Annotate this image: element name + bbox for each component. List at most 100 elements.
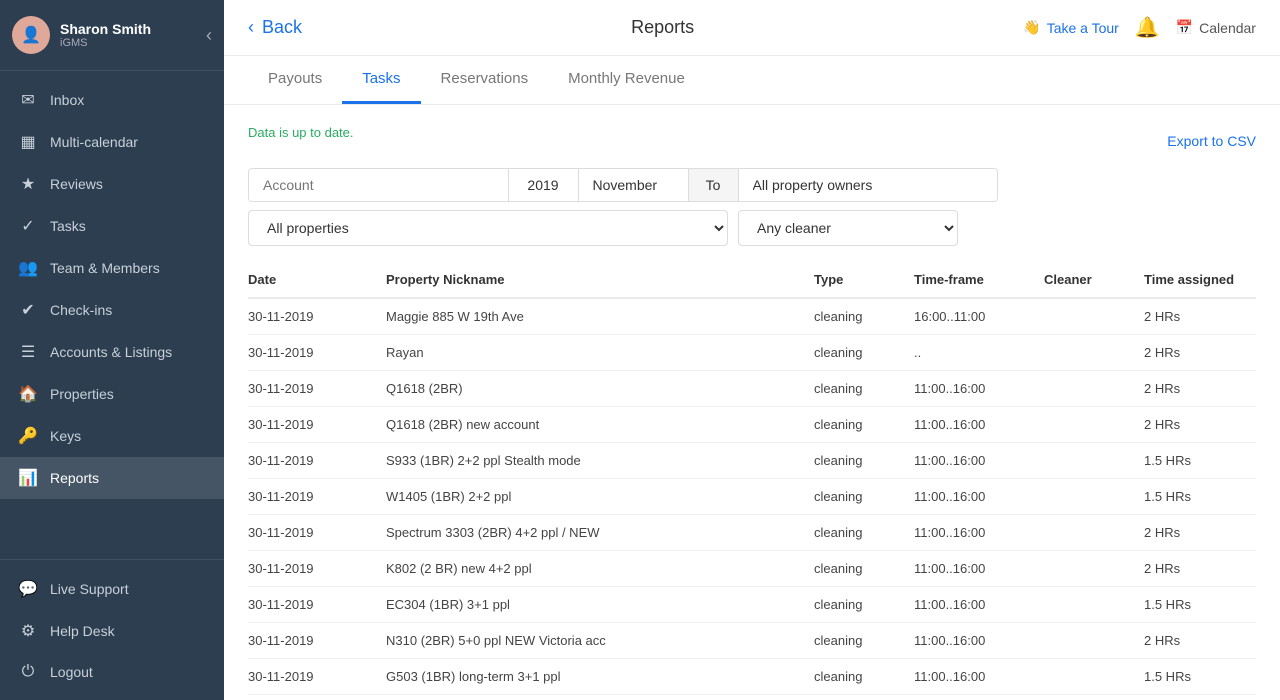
- sidebar-item-check-ins[interactable]: ✔ Check-ins: [0, 289, 224, 331]
- cell-cleaner: [1036, 515, 1136, 551]
- sidebar-nav: ✉ Inbox ▦ Multi-calendar ★ Reviews ✓ Tas…: [0, 71, 224, 559]
- sidebar-item-keys[interactable]: 🔑 Keys: [0, 415, 224, 457]
- user-subtitle: iGMS: [60, 37, 151, 49]
- sidebar-item-label: Reviews: [50, 176, 103, 192]
- key-icon: 🔑: [18, 426, 38, 446]
- cell-timeframe: 11:00..16:00: [906, 479, 1036, 515]
- back-button[interactable]: ‹ Back: [248, 17, 302, 38]
- sidebar-item-multi-calendar[interactable]: ▦ Multi-calendar: [0, 121, 224, 163]
- take-tour-button[interactable]: 👋 Take a Tour: [1023, 19, 1119, 36]
- sidebar-item-label: Multi-calendar: [50, 134, 138, 150]
- sidebar-item-label: Check-ins: [50, 302, 112, 318]
- cell-timeframe: 11:00..16:00: [906, 551, 1036, 587]
- cell-type: cleaning: [806, 659, 906, 695]
- help-icon: ⚙: [18, 621, 38, 641]
- collapse-icon[interactable]: ‹: [206, 25, 212, 46]
- sidebar-item-reviews[interactable]: ★ Reviews: [0, 163, 224, 205]
- cell-property: K802 (2 BR) new 4+2 ppl: [378, 551, 806, 587]
- cell-timeframe: 11:00..16:00: [906, 371, 1036, 407]
- table-row: 30-11-2019 N310 (2BR) 5+0 ppl NEW Victor…: [248, 623, 1256, 659]
- cell-type: cleaning: [806, 298, 906, 335]
- sidebar-item-team-members[interactable]: 👥 Team & Members: [0, 247, 224, 289]
- sidebar-item-inbox[interactable]: ✉ Inbox: [0, 79, 224, 121]
- user-profile[interactable]: 👤 Sharon Smith iGMS: [12, 16, 151, 54]
- table-row: 30-11-2019 Rayan cleaning .. 2 HRs: [248, 335, 1256, 371]
- sidebar: 👤 Sharon Smith iGMS ‹ ✉ Inbox ▦ Multi-ca…: [0, 0, 224, 700]
- year-filter[interactable]: [508, 169, 578, 201]
- sidebar-item-tasks[interactable]: ✓ Tasks: [0, 205, 224, 247]
- calendar-label: Calendar: [1199, 20, 1256, 36]
- calendar-icon: 📅: [1176, 19, 1193, 36]
- sidebar-item-help-desk[interactable]: ⚙ Help Desk: [0, 610, 224, 652]
- cell-type: cleaning: [806, 695, 906, 700]
- cleaner-filter[interactable]: Any cleaner: [738, 210, 958, 246]
- table-row: 30-11-2019 P03 (1BR) 3+1 ppl cleaning 11…: [248, 695, 1256, 700]
- col-header-date: Date: [248, 262, 378, 298]
- tab-monthly-revenue[interactable]: Monthly Revenue: [548, 56, 705, 104]
- cell-assigned: 2 HRs: [1136, 551, 1256, 587]
- tab-payouts[interactable]: Payouts: [248, 56, 342, 104]
- tab-reservations[interactable]: Reservations: [421, 56, 549, 104]
- cell-property: G503 (1BR) long-term 3+1 ppl: [378, 659, 806, 695]
- sidebar-item-logout[interactable]: ⏻ Logout: [0, 652, 224, 692]
- sidebar-item-label: Logout: [50, 664, 93, 680]
- month-filter[interactable]: [578, 169, 688, 201]
- sidebar-item-live-support[interactable]: 💬 Live Support: [0, 568, 224, 610]
- cell-assigned: 2 HRs: [1136, 335, 1256, 371]
- data-status: Data is up to date.: [248, 125, 354, 140]
- export-csv-button[interactable]: Export to CSV: [1167, 133, 1256, 149]
- cell-date: 30-11-2019: [248, 515, 378, 551]
- cell-date: 30-11-2019: [248, 371, 378, 407]
- calendar-grid-icon: ▦: [18, 132, 38, 152]
- cell-cleaner: [1036, 407, 1136, 443]
- list-icon: ☰: [18, 342, 38, 362]
- table-row: 30-11-2019 W1405 (1BR) 2+2 ppl cleaning …: [248, 479, 1256, 515]
- cell-date: 30-11-2019: [248, 551, 378, 587]
- cell-date: 30-11-2019: [248, 659, 378, 695]
- cell-timeframe: ..: [906, 335, 1036, 371]
- col-header-cleaner: Cleaner: [1036, 262, 1136, 298]
- sidebar-item-label: Help Desk: [50, 623, 115, 639]
- cell-type: cleaning: [806, 407, 906, 443]
- sidebar-item-reports[interactable]: 📊 Reports: [0, 457, 224, 499]
- cell-property: N310 (2BR) 5+0 ppl NEW Victoria acc: [378, 623, 806, 659]
- notification-bell-icon[interactable]: 🔔: [1135, 15, 1160, 40]
- page-title: Reports: [631, 17, 694, 38]
- cell-property: Q1618 (2BR) new account: [378, 407, 806, 443]
- main-content: ‹ Back Reports 👋 Take a Tour 🔔 📅 Calenda…: [224, 0, 1280, 700]
- owners-filter[interactable]: [738, 169, 998, 201]
- table-row: 30-11-2019 G503 (1BR) long-term 3+1 ppl …: [248, 659, 1256, 695]
- back-label: Back: [262, 17, 302, 38]
- sidebar-bottom: 💬 Live Support ⚙ Help Desk ⏻ Logout: [0, 559, 224, 700]
- cell-property: S933 (1BR) 2+2 ppl Stealth mode: [378, 443, 806, 479]
- account-filter[interactable]: [249, 169, 508, 201]
- sidebar-item-accounts-listings[interactable]: ☰ Accounts & Listings: [0, 331, 224, 373]
- cell-assigned: 1.5 HRs: [1136, 659, 1256, 695]
- properties-filter[interactable]: All properties: [248, 210, 728, 246]
- cell-date: 30-11-2019: [248, 407, 378, 443]
- cell-date: 30-11-2019: [248, 443, 378, 479]
- sidebar-item-label: Accounts & Listings: [50, 344, 172, 360]
- cell-assigned: 2 HRs: [1136, 407, 1256, 443]
- checkin-icon: ✔: [18, 300, 38, 320]
- calendar-button[interactable]: 📅 Calendar: [1176, 19, 1256, 36]
- cell-type: cleaning: [806, 551, 906, 587]
- cell-type: cleaning: [806, 371, 906, 407]
- sidebar-item-properties[interactable]: 🏠 Properties: [0, 373, 224, 415]
- cell-property: P03 (1BR) 3+1 ppl: [378, 695, 806, 700]
- cell-property: Q1618 (2BR): [378, 371, 806, 407]
- table-row: 30-11-2019 Spectrum 3303 (2BR) 4+2 ppl /…: [248, 515, 1256, 551]
- cell-date: 30-11-2019: [248, 587, 378, 623]
- cell-property: Rayan: [378, 335, 806, 371]
- cell-cleaner: [1036, 335, 1136, 371]
- table-row: 30-11-2019 K802 (2 BR) new 4+2 ppl clean…: [248, 551, 1256, 587]
- tabs-bar: Payouts Tasks Reservations Monthly Reven…: [224, 56, 1280, 105]
- cell-cleaner: [1036, 371, 1136, 407]
- sidebar-item-label: Team & Members: [50, 260, 160, 276]
- back-arrow-icon: ‹: [248, 17, 254, 38]
- content-area: Data is up to date. Export to CSV All pr…: [224, 105, 1280, 700]
- tab-tasks[interactable]: Tasks: [342, 56, 420, 104]
- cell-timeframe: 11:00..16:00: [906, 407, 1036, 443]
- cell-date: 30-11-2019: [248, 695, 378, 700]
- cell-property: Maggie 885 W 19th Ave: [378, 298, 806, 335]
